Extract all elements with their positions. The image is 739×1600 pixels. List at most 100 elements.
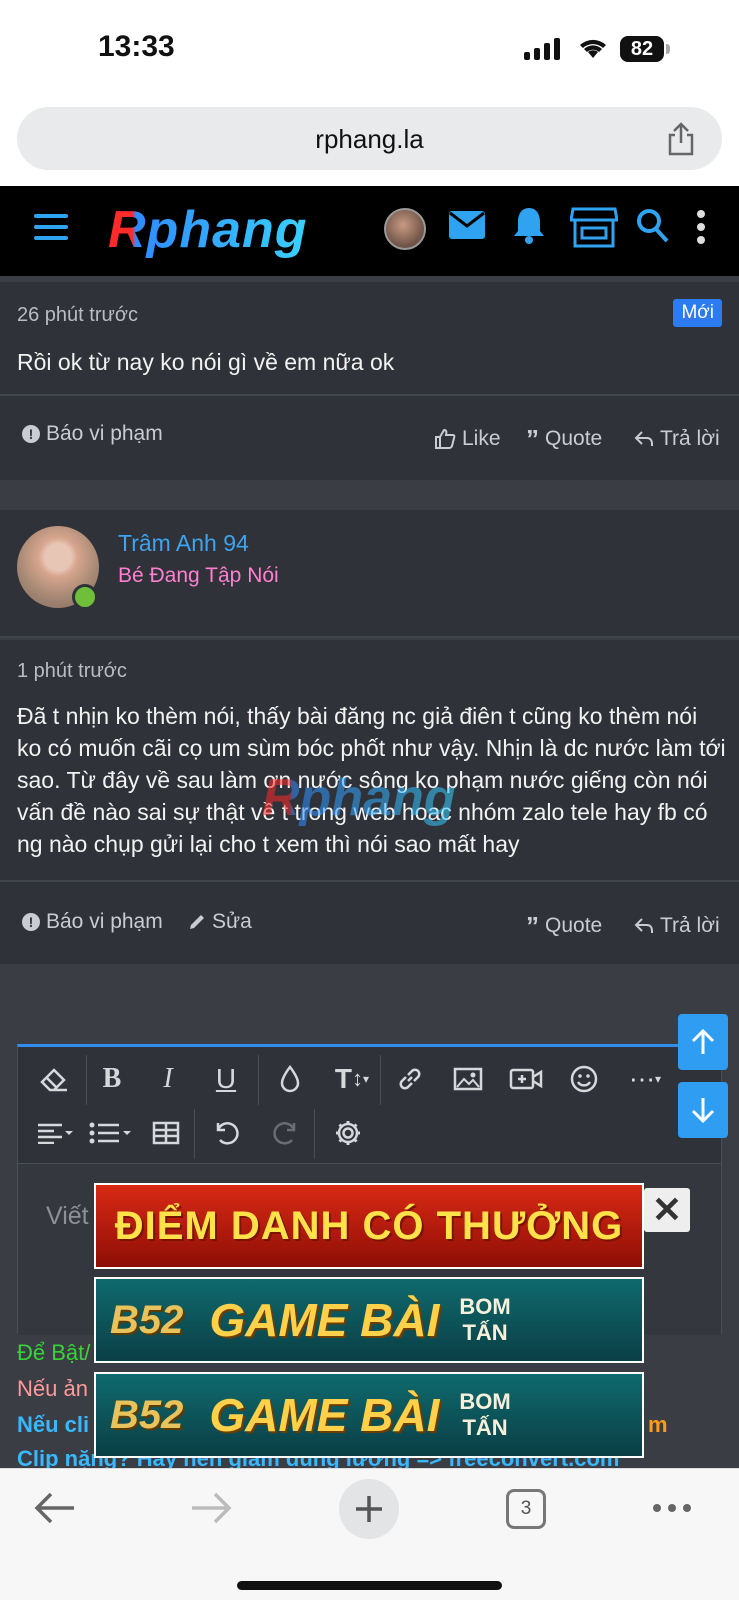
search-icon[interactable] [636, 208, 670, 244]
ad-title: GAME BÀI [209, 1389, 440, 1441]
wifi-icon [580, 39, 606, 58]
scroll-top-button[interactable] [678, 1014, 728, 1070]
ad-tag: TẤN [462, 1415, 508, 1440]
author-username[interactable]: Trâm Anh 94 [118, 530, 249, 557]
editor-placeholder: Viết [46, 1202, 89, 1230]
site-header: Rphang [0, 186, 739, 276]
signal-icon [524, 38, 560, 60]
link-icon[interactable] [388, 1057, 432, 1101]
bold-button[interactable]: B [90, 1057, 134, 1101]
reply-label: Trả lời [660, 427, 720, 450]
address-field[interactable]: rphang.la [17, 107, 722, 170]
quote-button[interactable]: ” Quote [526, 911, 603, 941]
post-body: Rồi ok từ nay ko nói gì về em nữa ok [17, 349, 395, 375]
post-time: 26 phút trước [17, 304, 139, 326]
battery-indicator: 82 [620, 36, 664, 62]
toolbar-separator [380, 1055, 381, 1105]
thumbs-up-icon [435, 428, 456, 449]
account-avatar[interactable] [384, 208, 426, 250]
close-ad-icon[interactable]: ✕ [644, 1188, 690, 1232]
author-title: Bé Đang Tập Nói [118, 564, 279, 587]
store-icon[interactable] [570, 206, 618, 248]
post-divider [0, 880, 739, 882]
info-line: Nếu ản [17, 1376, 88, 1401]
alert-icon: ! [22, 913, 40, 931]
reply-label: Trả lời [660, 914, 720, 937]
settings-gear-icon[interactable] [326, 1111, 370, 1155]
scroll-bottom-button[interactable] [678, 1082, 728, 1138]
align-icon[interactable] [30, 1111, 80, 1155]
ad-banner-game[interactable]: B52 GAME BÀI BOM TẤN [94, 1277, 644, 1363]
info-line: Để Bật/ [17, 1340, 91, 1365]
ad-banner-game[interactable]: B52 GAME BÀI BOM TẤN [94, 1372, 644, 1458]
browser-url-bar: rphang.la [0, 100, 739, 186]
ad-tag: BOM [459, 1389, 511, 1414]
post-author-bar: Trâm Anh 94 Bé Đang Tập Nói [0, 510, 739, 638]
edit-button[interactable]: Sửa [188, 910, 252, 934]
back-arrow-icon[interactable] [34, 1491, 76, 1525]
table-icon[interactable] [144, 1111, 188, 1155]
url-text: rphang.la [315, 124, 424, 154]
site-logo[interactable]: Rphang [108, 200, 308, 260]
ad-banner-text: ĐIỂM DANH CÓ THƯỞNG [114, 1203, 624, 1248]
toolbar-separator [86, 1055, 87, 1105]
report-label: Báo vi phạm [46, 910, 163, 933]
toolbar-separator [314, 1109, 315, 1159]
quote-icon: ” [526, 911, 539, 941]
ad-title: GAME BÀI [209, 1294, 440, 1346]
undo-icon[interactable] [204, 1111, 248, 1155]
report-label: Báo vi phạm [46, 422, 163, 445]
reply-icon [634, 431, 653, 446]
report-button[interactable]: ! Báo vi phạm [22, 422, 163, 446]
list-icon[interactable] [86, 1111, 136, 1155]
share-icon[interactable] [666, 121, 696, 157]
mail-icon[interactable] [448, 210, 486, 240]
text-color-icon[interactable] [268, 1057, 312, 1101]
post-time: 1 phút trước [17, 660, 127, 682]
arrow-up-icon [691, 1028, 715, 1054]
italic-button[interactable]: I [146, 1057, 190, 1101]
more-vertical-icon[interactable] [696, 210, 706, 244]
menu-icon[interactable] [34, 214, 68, 247]
new-tab-button[interactable] [339, 1479, 399, 1539]
online-status-icon [72, 584, 98, 610]
ad-banner-checkin[interactable]: ĐIỂM DANH CÓ THƯỞNG [94, 1183, 644, 1269]
more-options-icon[interactable]: ⋯ ▾ [620, 1057, 670, 1101]
reply-icon [634, 918, 653, 933]
clear-format-icon[interactable] [32, 1057, 76, 1101]
more-horizontal-icon[interactable] [652, 1503, 692, 1513]
ad-tag: BOM [459, 1294, 511, 1319]
edit-label: Sửa [212, 910, 252, 933]
underline-button[interactable]: U [204, 1057, 248, 1101]
report-button[interactable]: ! Báo vi phạm [22, 910, 163, 934]
quote-button[interactable]: ” Quote [526, 424, 603, 454]
like-button[interactable]: Like [434, 427, 501, 451]
ad-brand: B52 [110, 1392, 184, 1437]
quote-icon: ” [526, 424, 539, 454]
status-time: 13:33 [98, 30, 175, 63]
site-watermark: Rphang [262, 769, 456, 827]
ad-tagline: BOM TẤN [459, 1389, 510, 1441]
quote-label: Quote [545, 914, 603, 937]
reply-button[interactable]: Trả lời [634, 427, 720, 451]
image-icon[interactable] [446, 1057, 490, 1101]
plus-icon [356, 1496, 382, 1522]
arrow-down-icon [691, 1098, 715, 1124]
pencil-icon [190, 915, 204, 929]
browser-toolbar: 3 [0, 1468, 739, 1600]
info-line-tail: m [648, 1412, 668, 1437]
reply-button[interactable]: Trả lời [634, 914, 720, 938]
ad-tag: TẤN [462, 1320, 508, 1345]
ad-brand: B52 [110, 1297, 184, 1342]
alert-icon: ! [22, 425, 40, 443]
font-size-icon[interactable]: T ↕ ▾ [324, 1057, 380, 1101]
post-message: 26 phút trước Mới Rồi ok từ nay ko nói g… [0, 282, 739, 480]
media-icon[interactable] [504, 1057, 548, 1101]
tabs-button[interactable]: 3 [506, 1489, 546, 1529]
bell-icon[interactable] [512, 206, 546, 244]
redo-icon[interactable] [264, 1111, 308, 1155]
forward-arrow-icon[interactable] [190, 1491, 232, 1525]
quote-label: Quote [545, 427, 603, 450]
ad-tagline: BOM TẤN [459, 1294, 510, 1346]
emoji-icon[interactable] [562, 1057, 606, 1101]
